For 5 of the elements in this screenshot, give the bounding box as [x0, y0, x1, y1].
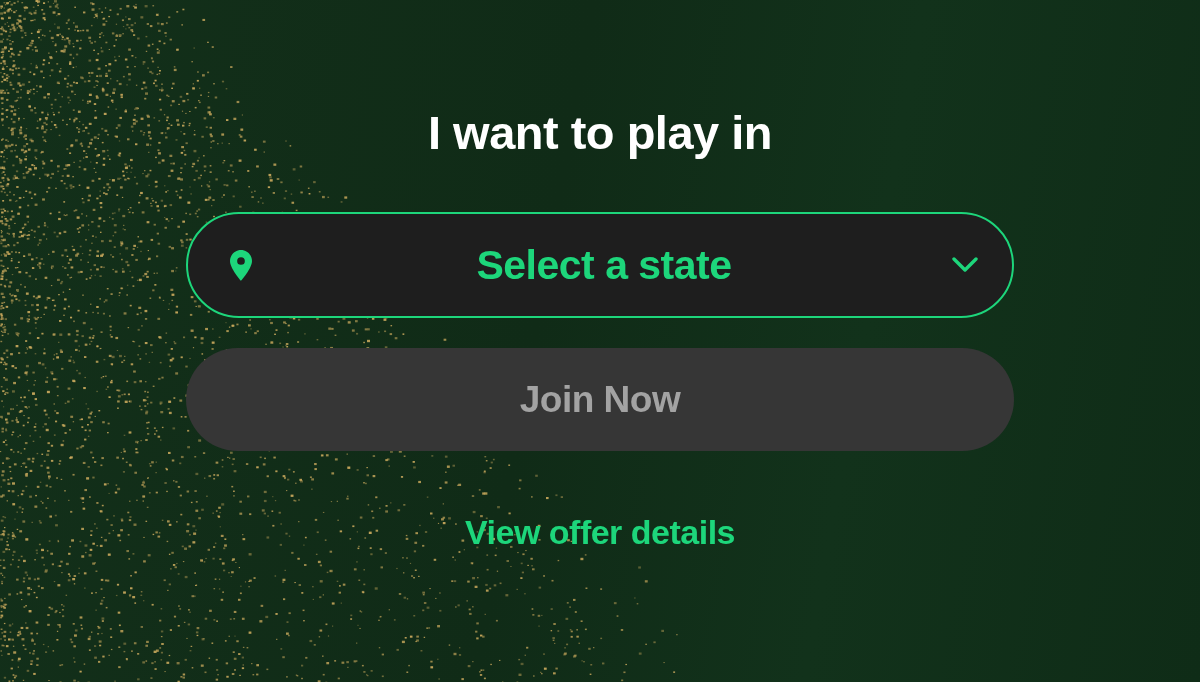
heading: I want to play in: [428, 105, 772, 161]
chevron-down-icon: [952, 257, 978, 273]
state-select[interactable]: Select a state: [186, 212, 1014, 318]
offer-details-link[interactable]: View offer details: [465, 512, 735, 552]
location-pin-icon: [230, 249, 252, 281]
